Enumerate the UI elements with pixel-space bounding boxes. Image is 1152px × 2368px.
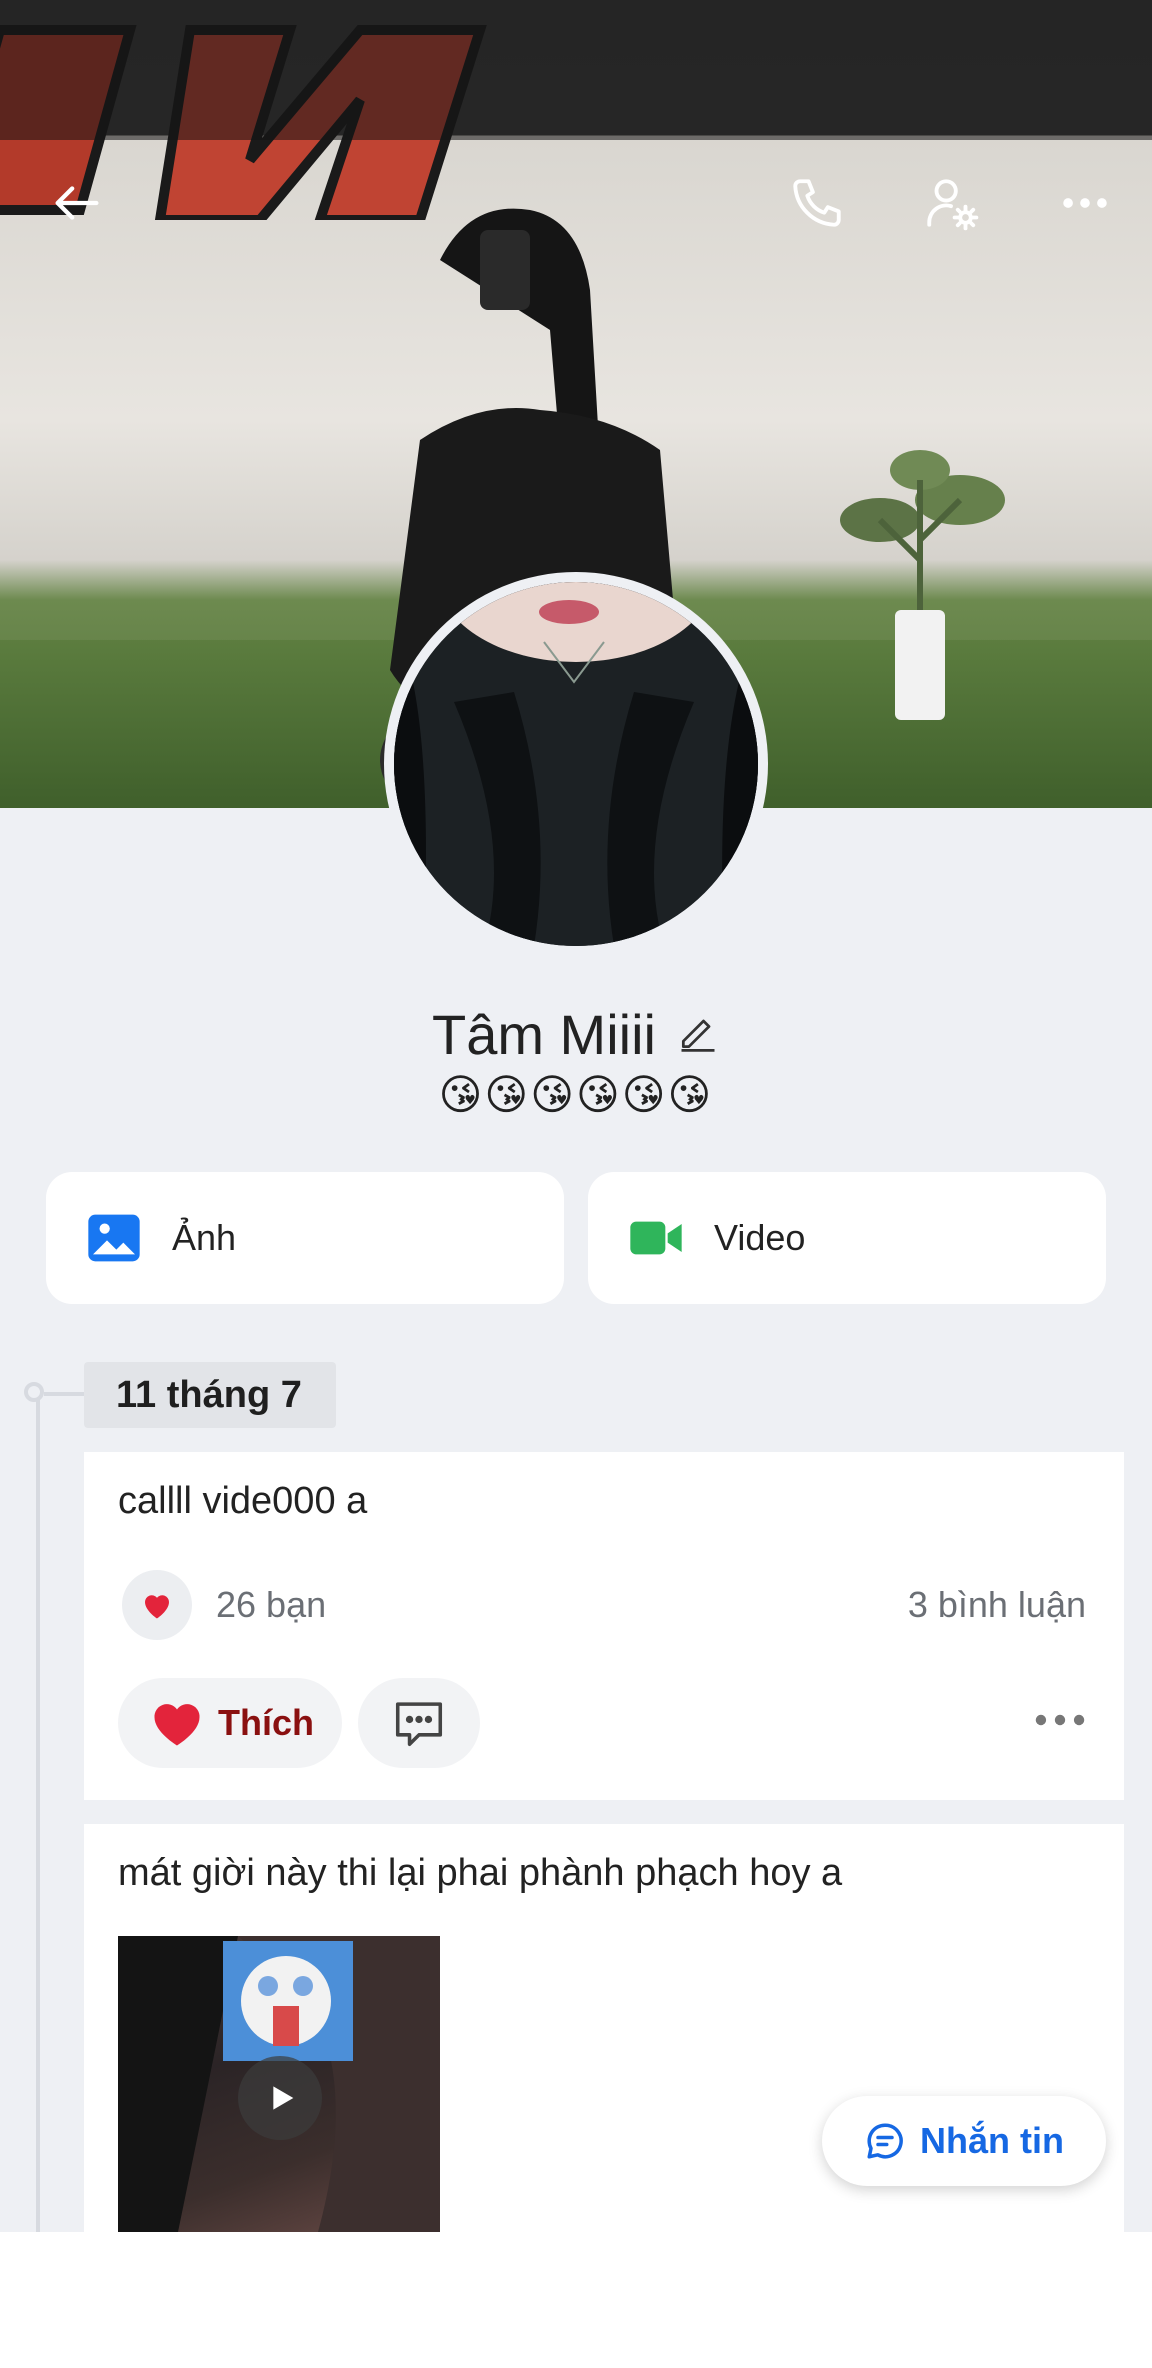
heart-icon xyxy=(145,1595,169,1619)
like-button[interactable]: Thích xyxy=(118,1678,342,1768)
play-button[interactable] xyxy=(238,2056,322,2140)
post-more-button[interactable] xyxy=(1030,1700,1090,1740)
reaction-count[interactable]: 26 bạn xyxy=(216,1584,326,1626)
avatar-illustration xyxy=(394,582,758,946)
videos-tile-label: Video xyxy=(714,1217,806,1258)
heart-icon xyxy=(154,1704,200,1746)
back-button[interactable] xyxy=(32,158,122,248)
avatar-image xyxy=(394,582,758,946)
timeline-date: 11 tháng 7 xyxy=(84,1362,336,1428)
video-camera-icon xyxy=(630,1221,682,1255)
comment-icon xyxy=(395,1702,443,1747)
chat-bubble-icon xyxy=(867,2123,903,2159)
user-settings-icon xyxy=(927,179,979,231)
video-thumbnail[interactable] xyxy=(118,1936,440,2232)
post-text: mát giời này thi lại phai phành phạch ho… xyxy=(118,1852,843,1894)
reaction-row: 26 bạn 3 bình luận xyxy=(122,1570,1086,1642)
reaction-summary[interactable] xyxy=(122,1570,192,1640)
profile-name: Tâm Miiii xyxy=(432,1002,656,1066)
bottom-bar-area xyxy=(0,2232,1152,2368)
more-options-button[interactable] xyxy=(1040,158,1130,248)
message-button[interactable]: Nhắn tin xyxy=(822,2096,1106,2186)
photo-icon xyxy=(88,1214,140,1262)
comment-button[interactable] xyxy=(358,1678,480,1768)
timeline-connector xyxy=(44,1392,84,1396)
call-button[interactable] xyxy=(772,158,862,248)
timeline-dot xyxy=(24,1382,44,1402)
message-button-label: Nhắn tin xyxy=(920,2120,1064,2161)
like-button-label: Thích xyxy=(218,1702,314,1743)
cover-top-shade xyxy=(0,0,1152,140)
post-text: callll vide000 a xyxy=(118,1480,368,1522)
timeline-line xyxy=(36,1394,40,2232)
profile-avatar[interactable] xyxy=(384,572,768,956)
photos-tile[interactable]: Ảnh xyxy=(46,1172,564,1304)
edit-name-button[interactable] xyxy=(676,1010,720,1059)
play-icon xyxy=(273,2086,294,2110)
more-horizontal-icon xyxy=(1063,198,1107,208)
phone-icon xyxy=(793,179,841,227)
photos-tile-label: Ảnh xyxy=(172,1217,237,1258)
profile-settings-button[interactable] xyxy=(906,158,996,248)
post-card[interactable]: callll vide000 a 26 bạn 3 bình luận Thíc… xyxy=(84,1452,1124,1800)
profile-name-row: Tâm Miiii xyxy=(0,996,1152,1072)
more-horizontal-icon xyxy=(1035,1714,1085,1726)
comment-count[interactable]: 3 bình luận xyxy=(908,1584,1086,1626)
videos-tile[interactable]: Video xyxy=(588,1172,1106,1304)
arrow-left-icon xyxy=(55,186,99,220)
pencil-icon xyxy=(681,1019,715,1052)
cover-plant xyxy=(840,450,1005,720)
profile-bio: 😘😘😘😘😘😘 xyxy=(438,1070,714,1119)
